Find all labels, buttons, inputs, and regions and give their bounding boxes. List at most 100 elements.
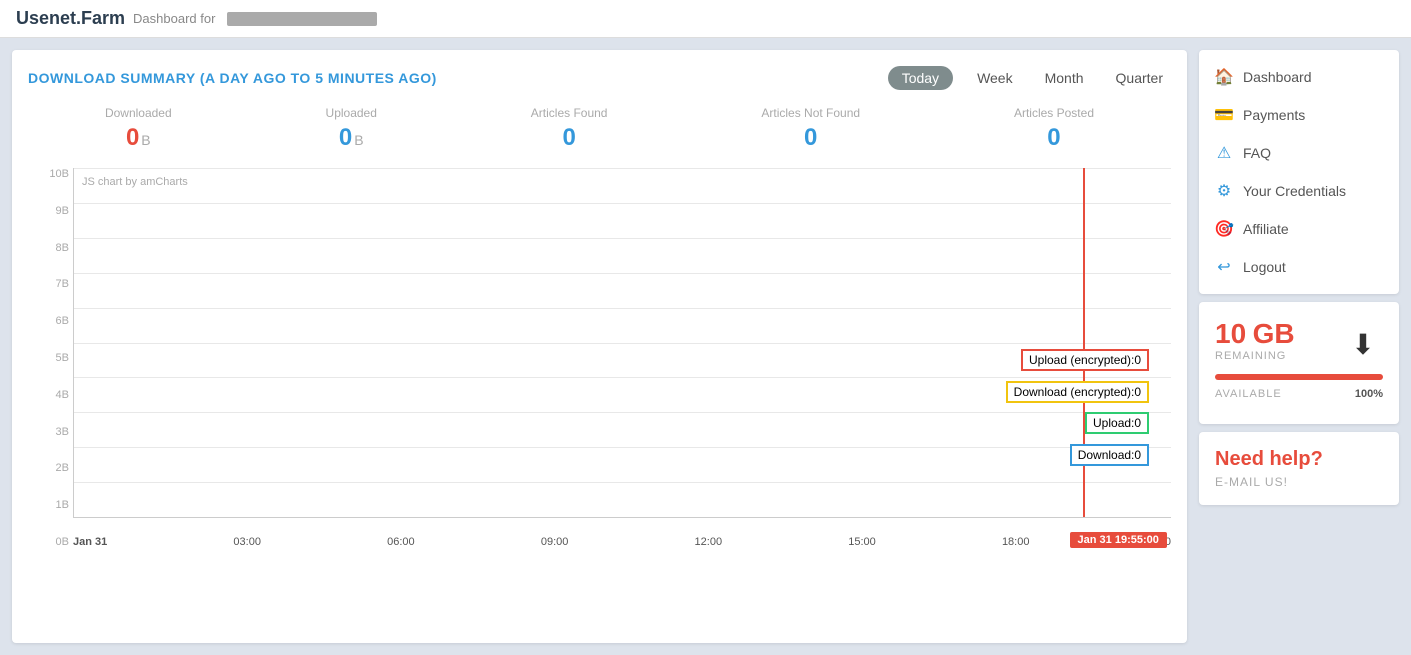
- sidebar-label-logout: Logout: [1243, 259, 1286, 275]
- sidebar-label-dashboard: Dashboard: [1243, 69, 1312, 85]
- storage-amount: 10: [1215, 318, 1246, 349]
- credentials-icon: ⚙: [1215, 182, 1233, 200]
- help-title: Need help?: [1215, 448, 1383, 471]
- stat-articles-posted-value: 0: [1047, 124, 1060, 151]
- stat-articles-found-value: 0: [562, 124, 575, 151]
- x-label-0600: 06:00: [387, 536, 415, 548]
- sidebar-label-payments: Payments: [1243, 107, 1305, 123]
- faq-icon: ⚠: [1215, 144, 1233, 162]
- sidebar-label-credentials: Your Credentials: [1243, 183, 1346, 199]
- filter-month[interactable]: Month: [1037, 66, 1092, 90]
- sidebar-item-faq[interactable]: ⚠ FAQ: [1199, 134, 1399, 172]
- stats-row: Downloaded 0B Uploaded 0B Articles Found…: [28, 106, 1171, 152]
- stat-uploaded: Uploaded 0B: [326, 106, 377, 152]
- y-label-5b: 5B: [28, 352, 73, 364]
- storage-top: 10 GB REMAINING ⬇: [1215, 318, 1383, 370]
- storage-bar: [1215, 374, 1383, 380]
- x-label-0900: 09:00: [541, 536, 569, 548]
- grid-line-10b: [74, 168, 1171, 169]
- x-label-jan31: Jan 31: [73, 536, 107, 548]
- download-icon: ⬇: [1343, 324, 1383, 364]
- y-label-1b: 1B: [28, 499, 73, 511]
- tooltip-download-encrypted: Download (encrypted):0: [1006, 381, 1149, 403]
- y-label-6b: 6B: [28, 315, 73, 327]
- affiliate-icon: 🎯: [1215, 220, 1233, 238]
- tooltip-upload: Upload:0: [1085, 412, 1149, 434]
- grid-line-8b: [74, 238, 1171, 239]
- grid-line-6b: [74, 308, 1171, 309]
- grid-line-1b: [74, 482, 1171, 483]
- y-label-9b: 9B: [28, 205, 73, 217]
- y-label-7b: 7B: [28, 278, 73, 290]
- sidebar-nav: 🏠 Dashboard 💳 Payments ⚠ FAQ ⚙ Your Cred…: [1199, 50, 1399, 294]
- stat-articles-posted: Articles Posted 0: [1014, 106, 1094, 152]
- site-logo: Usenet.Farm: [16, 8, 125, 29]
- content-header: DOWNLOAD SUMMARY (A DAY AGO TO 5 MINUTES…: [28, 66, 1171, 90]
- sidebar-item-credentials[interactable]: ⚙ Your Credentials: [1199, 172, 1399, 210]
- tooltip-download: Download:0: [1070, 444, 1149, 466]
- filter-quarter[interactable]: Quarter: [1108, 66, 1171, 90]
- help-widget: Need help? E-MAIL US!: [1199, 432, 1399, 505]
- time-filters: Today Week Month Quarter: [888, 66, 1171, 90]
- chart-container: 0B 1B 2B 3B 4B 5B 6B 7B 8B 9B 10B: [28, 168, 1171, 548]
- grid-line-4b: [74, 377, 1171, 378]
- sidebar-item-affiliate[interactable]: 🎯 Affiliate: [1199, 210, 1399, 248]
- header: Usenet.Farm Dashboard for: [0, 0, 1411, 38]
- x-label-1500: 15:00: [848, 536, 876, 548]
- grid-line-7b: [74, 273, 1171, 274]
- y-label-8b: 8B: [28, 242, 73, 254]
- y-label-4b: 4B: [28, 389, 73, 401]
- stat-uploaded-label: Uploaded: [326, 106, 377, 120]
- page-title: DOWNLOAD SUMMARY (A DAY AGO TO 5 MINUTES…: [28, 70, 437, 86]
- chart-inner: 0B 1B 2B 3B 4B 5B 6B 7B 8B 9B 10B: [28, 168, 1171, 548]
- y-label-2b: 2B: [28, 462, 73, 474]
- dashboard-for-label: Dashboard for: [133, 11, 215, 26]
- y-label-3b: 3B: [28, 426, 73, 438]
- x-axis: Jan 31 03:00 06:00 09:00 12:00 15:00 18:…: [73, 518, 1171, 548]
- sidebar-item-dashboard[interactable]: 🏠 Dashboard: [1199, 58, 1399, 96]
- help-subtitle: E-MAIL US!: [1215, 475, 1383, 489]
- y-axis: 0B 1B 2B 3B 4B 5B 6B 7B 8B 9B 10B: [28, 168, 73, 548]
- stat-articles-found: Articles Found 0: [531, 106, 608, 152]
- main-layout: DOWNLOAD SUMMARY (A DAY AGO TO 5 MINUTES…: [0, 38, 1411, 655]
- storage-available-pct: 100%: [1355, 388, 1383, 408]
- sidebar: 🏠 Dashboard 💳 Payments ⚠ FAQ ⚙ Your Cred…: [1199, 50, 1399, 643]
- y-label-10b: 10B: [28, 168, 73, 180]
- payments-icon: 💳: [1215, 106, 1233, 124]
- stat-downloaded: Downloaded 0B: [105, 106, 172, 152]
- storage-remaining-label: REMAINING: [1215, 350, 1295, 362]
- grid-line-9b: [74, 203, 1171, 204]
- y-label-0b: 0B: [28, 536, 73, 548]
- grid-line-2b: [74, 447, 1171, 448]
- x-label-1800: 18:00: [1002, 536, 1030, 548]
- grid-line-3b: [74, 412, 1171, 413]
- x-label-1200: 12:00: [695, 536, 723, 548]
- logout-icon: ↩: [1215, 258, 1233, 276]
- content-area: DOWNLOAD SUMMARY (A DAY AGO TO 5 MINUTES…: [12, 50, 1187, 643]
- storage-available-label: AVAILABLE: [1215, 388, 1282, 400]
- stat-uploaded-value: 0: [339, 124, 352, 151]
- user-name-bar: [227, 12, 377, 26]
- stat-articles-posted-label: Articles Posted: [1014, 106, 1094, 120]
- stat-uploaded-unit: B: [354, 132, 363, 148]
- storage-widget: 10 GB REMAINING ⬇ AVAILABLE 100%: [1199, 302, 1399, 424]
- filter-week[interactable]: Week: [969, 66, 1021, 90]
- sidebar-item-logout[interactable]: ↩ Logout: [1199, 248, 1399, 286]
- stat-downloaded-unit: B: [141, 132, 150, 148]
- filter-today[interactable]: Today: [888, 66, 953, 90]
- home-icon: 🏠: [1215, 68, 1233, 86]
- date-tooltip: Jan 31 19:55:00: [1070, 532, 1167, 548]
- stat-downloaded-label: Downloaded: [105, 106, 172, 120]
- grid-line-5b: [74, 343, 1171, 344]
- stat-articles-not-found-label: Articles Not Found: [761, 106, 860, 120]
- sidebar-label-faq: FAQ: [1243, 145, 1271, 161]
- sidebar-item-payments[interactable]: 💳 Payments: [1199, 96, 1399, 134]
- stat-articles-found-label: Articles Found: [531, 106, 608, 120]
- sidebar-label-affiliate: Affiliate: [1243, 221, 1289, 237]
- chart-grid: JS chart by amCharts Upload (encrypted):…: [73, 168, 1171, 518]
- stat-downloaded-value: 0: [126, 124, 139, 151]
- x-label-0300: 03:00: [233, 536, 261, 548]
- stat-articles-not-found-value: 0: [804, 124, 817, 151]
- tooltip-upload-encrypted: Upload (encrypted):0: [1021, 349, 1149, 371]
- storage-unit: GB: [1253, 318, 1295, 349]
